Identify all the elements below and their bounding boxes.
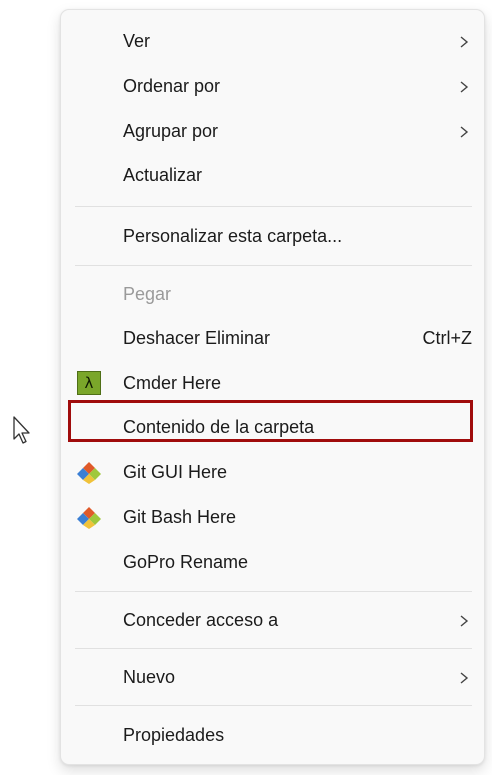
chevron-right-icon [460,672,469,684]
menu-item-pegar: Pegar [61,274,486,314]
menu-item-label: Actualizar [123,165,203,185]
chevron-right-icon [460,81,469,93]
menu-separator [75,265,472,266]
menu-item-label: Agrupar por [123,121,219,141]
menu-item-ver[interactable]: Ver [61,21,486,61]
menu-item-label: Conceder acceso a [123,610,279,630]
menu-item-label: Deshacer Eliminar [123,328,271,348]
menu-item-git-gui-here[interactable]: Git GUI Here [61,452,486,492]
menu-item-label: Git GUI Here [123,462,228,482]
chevron-right-icon [460,615,469,627]
menu-separator [75,705,472,706]
menu-item-label: Git Bash Here [123,507,237,527]
menu-separator [75,591,472,592]
menu-item-git-bash-here[interactable]: Git Bash Here [61,497,486,537]
chevron-right-icon [460,36,469,48]
menu-item-personalizar-carpeta[interactable]: Personalizar esta carpeta... [61,216,486,256]
menu-item-label: Nuevo [123,667,176,687]
menu-item-deshacer-eliminar[interactable]: Deshacer Eliminar Ctrl+Z [61,318,486,358]
context-menu: Ver Ordenar por Agrupar por Actualizar P… [60,9,485,765]
menu-item-label: Personalizar esta carpeta... [123,226,343,246]
chevron-right-icon [460,126,469,138]
highlight-annotation [68,400,473,442]
keyboard-shortcut: Ctrl+Z [422,328,473,348]
menu-item-label: GoPro Rename [123,552,249,572]
menu-item-cmder-here[interactable]: λ Cmder Here [61,363,486,403]
menu-item-label: Cmder Here [123,373,222,393]
menu-separator [75,206,472,207]
menu-item-agrupar-por[interactable]: Agrupar por [61,111,486,151]
git-icon [77,507,101,529]
menu-item-label: Pegar [123,284,172,304]
menu-item-label: Propiedades [123,725,225,745]
mouse-pointer-icon [13,416,30,444]
menu-item-ordenar-por[interactable]: Ordenar por [61,66,486,106]
menu-item-conceder-acceso[interactable]: Conceder acceso a [61,600,486,640]
git-icon [77,462,101,484]
desktop-background: Ver Ordenar por Agrupar por Actualizar P… [0,0,492,775]
menu-separator [75,648,472,649]
cmder-lambda-icon: λ [77,371,101,395]
menu-item-propiedades[interactable]: Propiedades [61,715,486,755]
menu-item-nuevo[interactable]: Nuevo [61,657,486,697]
menu-item-label: Ordenar por [123,76,221,96]
menu-item-label: Ver [123,31,151,51]
menu-item-gopro-rename[interactable]: GoPro Rename [61,542,486,582]
menu-item-actualizar[interactable]: Actualizar [61,155,486,195]
